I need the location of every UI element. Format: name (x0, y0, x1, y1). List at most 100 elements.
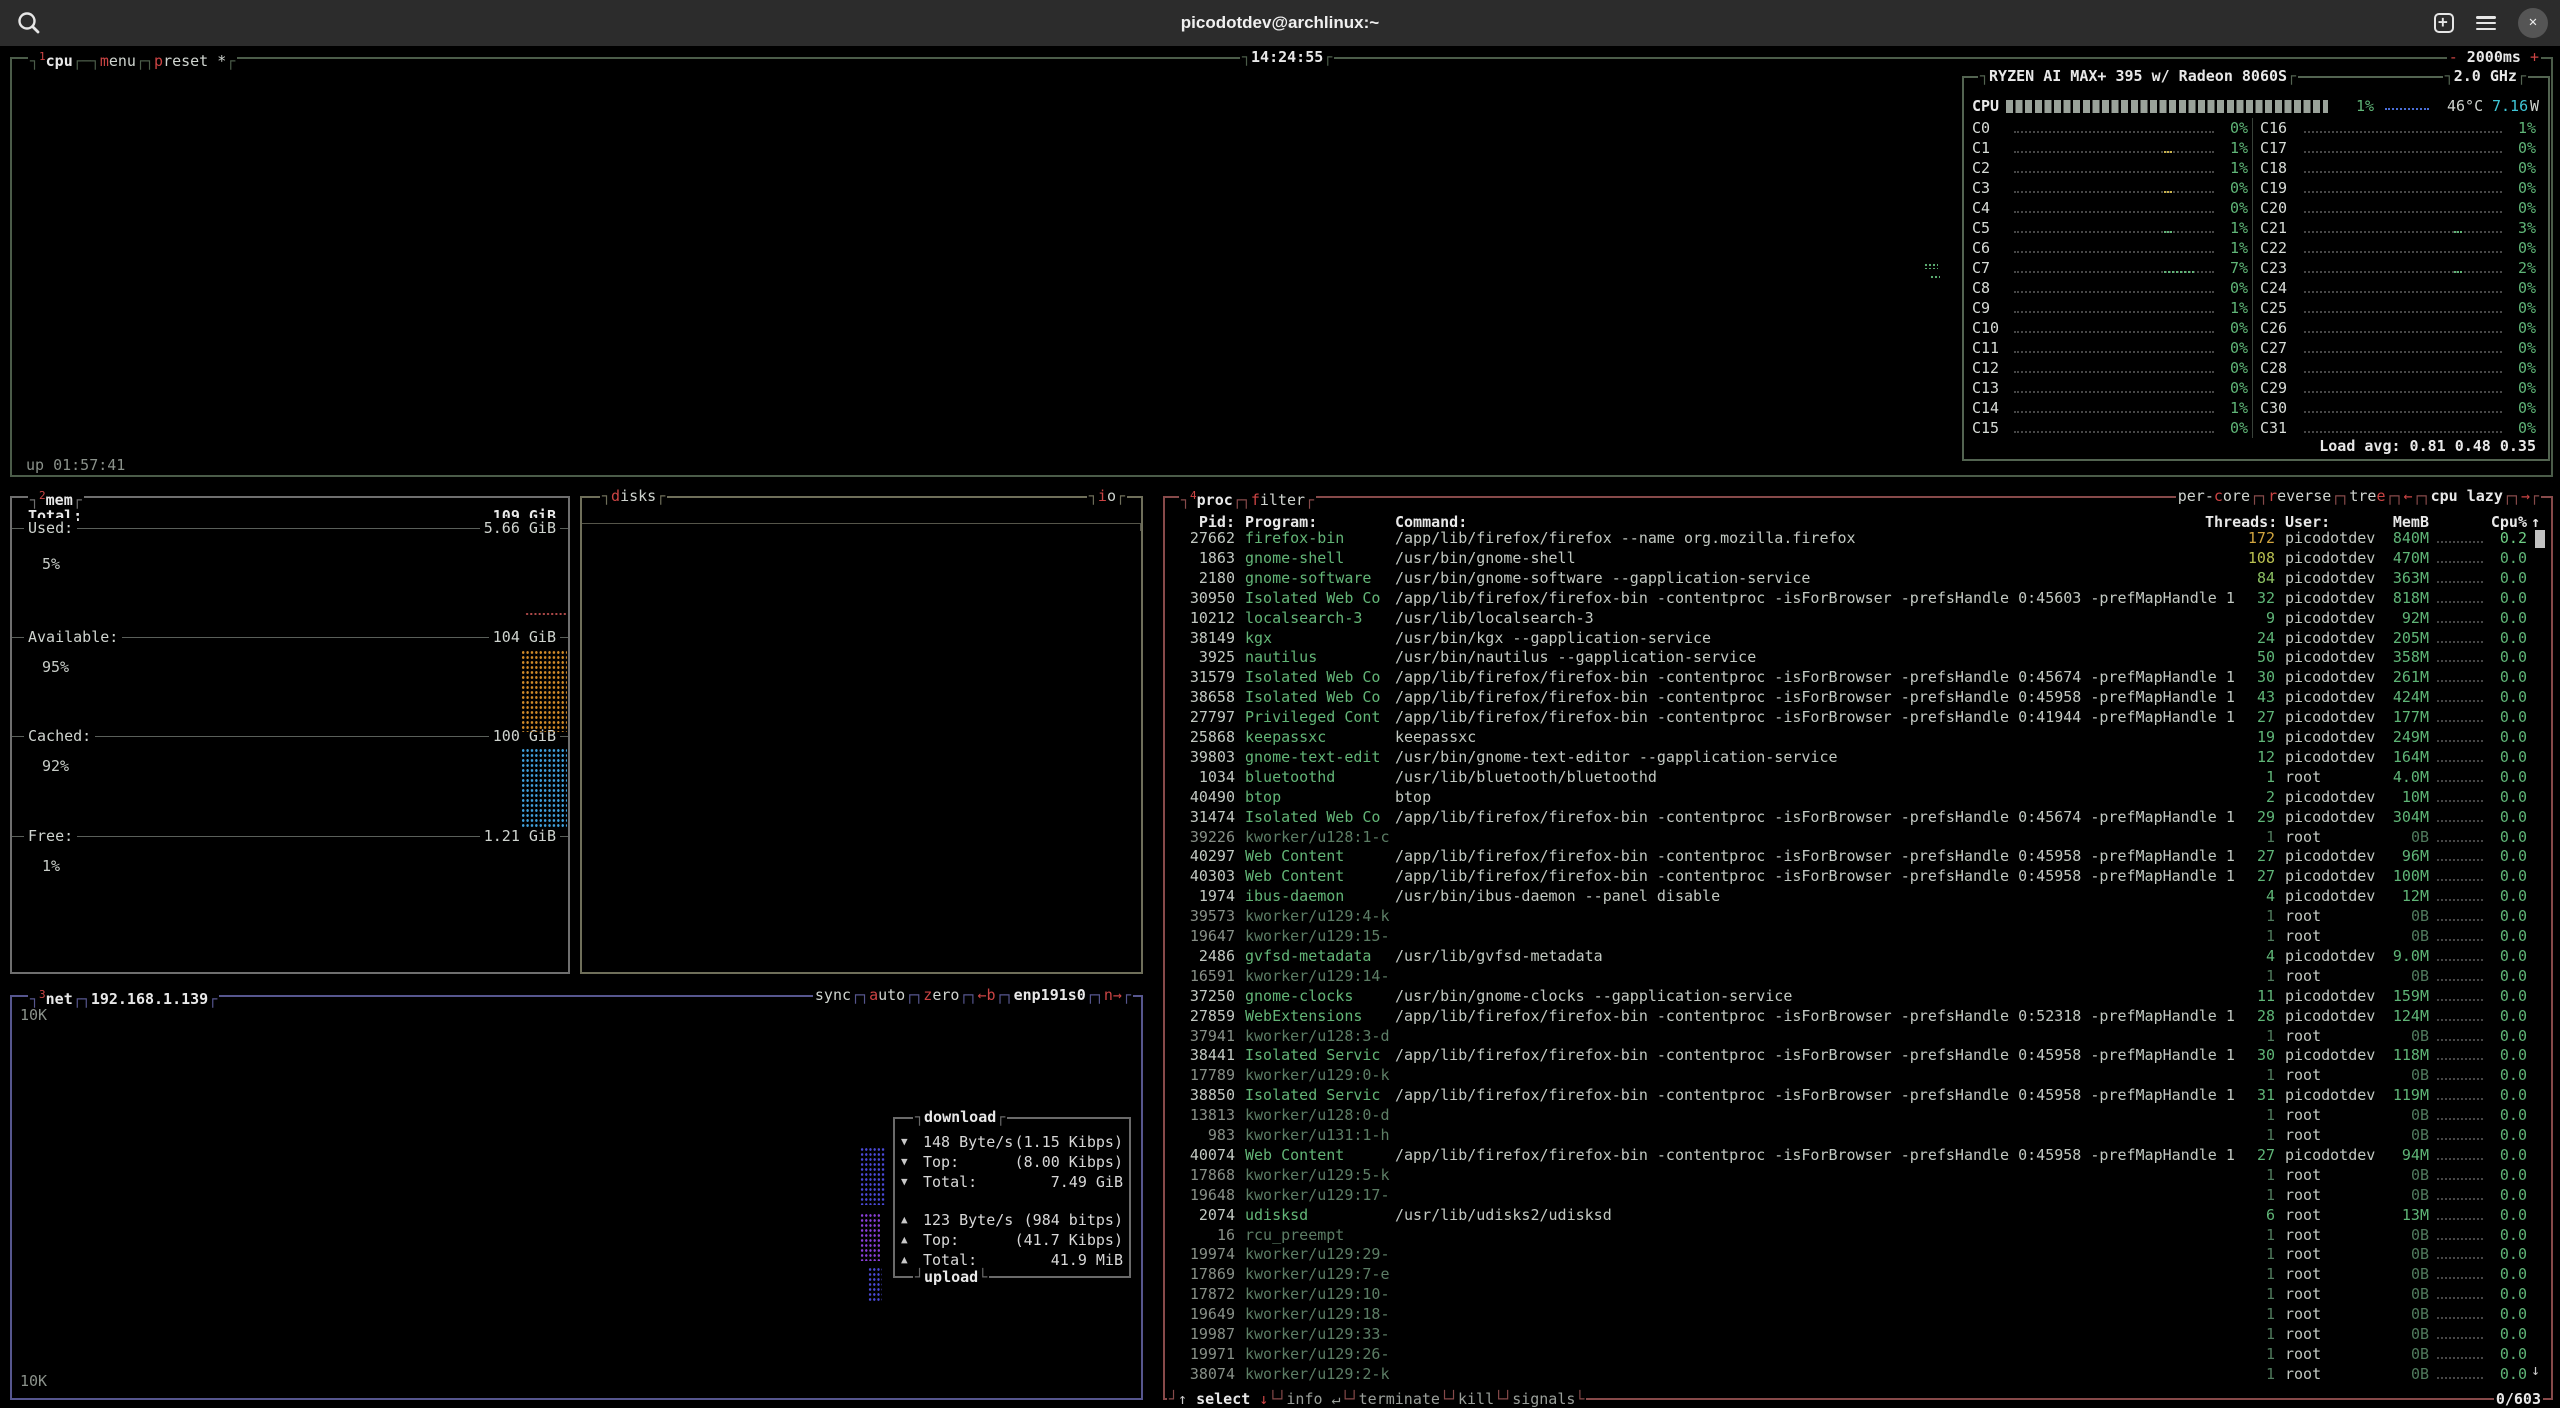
process-sort-controls: per-core┌┐reverse┌┐tree┌┐←┌┐cpu lazy┌┐→┌ (2176, 486, 2541, 506)
mem-used-value: 5.66 GiB (480, 518, 560, 538)
net-scale-top: 10K (20, 1005, 47, 1025)
process-row-40303[interactable]: 40303Web Content/app/lib/firefox/firefox… (1165, 866, 2551, 886)
core-column-divider (2252, 118, 2253, 438)
core-row-c26: C260% (1964, 318, 2548, 338)
scrollbar-thumb[interactable] (2535, 530, 2545, 548)
process-row-40490[interactable]: 40490btopbtop2picodotdev10M0.0 (1165, 787, 2551, 807)
process-row-983[interactable]: 983kworker/u131:1-h1root0B0.0 (1165, 1125, 2551, 1145)
net-scale-bottom: 10K (20, 1371, 47, 1391)
process-row-27859[interactable]: 27859WebExtensions/app/lib/firefox/firef… (1165, 1006, 2551, 1026)
info-menu-item[interactable]: info ↵ (1286, 1390, 1340, 1408)
cpu-total-label: CPU (1972, 96, 1999, 116)
process-row-16[interactable]: 16rcu_preempt1root0B0.0 (1165, 1225, 2551, 1245)
mem-cached-label: Cached: (24, 726, 95, 746)
process-row-39573[interactable]: 39573kworker/u129:4-k1root0B0.0 (1165, 906, 2551, 926)
zero-toggle[interactable]: zero (923, 986, 959, 1004)
process-row-38441[interactable]: 38441Isolated Servic/app/lib/firefox/fir… (1165, 1045, 2551, 1065)
process-row-40074[interactable]: 40074Web Content/app/lib/firefox/firefox… (1165, 1145, 2551, 1165)
menu-button[interactable]: menu (100, 52, 136, 70)
process-row-2074[interactable]: 2074udisksd/usr/lib/udisks2/udisksd6root… (1165, 1205, 2551, 1225)
process-row-2486[interactable]: 2486gvfsd-metadata/usr/lib/gvfsd-metadat… (1165, 946, 2551, 966)
core-row-c23: C232% (1964, 258, 2548, 278)
process-row-37250[interactable]: 37250gnome-clocks/usr/bin/gnome-clocks -… (1165, 986, 2551, 1006)
window-titlebar: picodotdev@archlinux:~ ✕ (0, 0, 2560, 46)
process-row-19647[interactable]: 19647kworker/u129:15-1root0B0.0 (1165, 926, 2551, 946)
process-row-19649[interactable]: 19649kworker/u129:18-1root0B0.0 (1165, 1304, 2551, 1324)
process-row-30950[interactable]: 30950Isolated Web Co/app/lib/firefox/fir… (1165, 588, 2551, 608)
process-row-19987[interactable]: 19987kworker/u129:33-1root0B0.0 (1165, 1324, 2551, 1344)
mem-available-percent: 95% (42, 657, 69, 677)
process-row-19648[interactable]: 19648kworker/u129:17-1root0B0.0 (1165, 1185, 2551, 1205)
process-row-1974[interactable]: 1974ibus-daemon/usr/bin/ibus-daemon --pa… (1165, 886, 2551, 906)
download-arrow-icon: ▼ (901, 1172, 908, 1192)
core-row-c28: C280% (1964, 358, 2548, 378)
process-row-39803[interactable]: 39803gnome-text-edit/usr/bin/gnome-text-… (1165, 747, 2551, 767)
scroll-down-icon[interactable]: ↓ (2531, 1360, 2540, 1380)
io-mode-toggle[interactable]: ┐io┌ (1087, 486, 1127, 506)
n--toggle[interactable]: n→ (1104, 986, 1122, 1004)
process-row-38850[interactable]: 38850Isolated Servic/app/lib/firefox/fir… (1165, 1085, 2551, 1105)
download-arrow-icon: ▼ (901, 1132, 908, 1152)
process-row-38149[interactable]: 38149kgx/usr/bin/kgx --gapplication-serv… (1165, 628, 2551, 648)
process-row-1863[interactable]: 1863gnome-shell/usr/bin/gnome-shell108pi… (1165, 548, 2551, 568)
core-row-c27: C270% (1964, 338, 2548, 358)
kill-menu-item[interactable]: kill (1458, 1390, 1494, 1408)
process-row-3925[interactable]: 3925nautilus/usr/bin/nautilus --gapplica… (1165, 647, 2551, 667)
process-row-19971[interactable]: 19971kworker/u129:26-1root0B0.0 (1165, 1344, 2551, 1364)
mem-available-value: 104 GiB (489, 627, 560, 647)
filter-button[interactable]: filter (1251, 491, 1305, 509)
cpu-lazy-toggle[interactable]: cpu lazy (2431, 487, 2503, 505)
process-row-13813[interactable]: 13813kworker/u128:0-d1root0B0.0 (1165, 1105, 2551, 1125)
auto-toggle[interactable]: auto (869, 986, 905, 1004)
process-row-17872[interactable]: 17872kworker/u129:10-1root0B0.0 (1165, 1284, 2551, 1304)
upload-label: ┘upload└ (913, 1267, 989, 1287)
process-row-31474[interactable]: 31474Isolated Web Co/app/lib/firefox/fir… (1165, 807, 2551, 827)
traffic-row: ▲123 Byte/s(984 bitps) (901, 1210, 1123, 1230)
load-average: Load avg: 0.81 0.48 0.35 (2319, 436, 2536, 456)
process-row-40297[interactable]: 40297Web Content/app/lib/firefox/firefox… (1165, 846, 2551, 866)
process-row-25868[interactable]: 25868keepassxckeepassxc19picodotdev249M0… (1165, 727, 2551, 747)
core-row-c24: C240% (1964, 278, 2548, 298)
process-row-19974[interactable]: 19974kworker/u129:29-1root0B0.0 (1165, 1244, 2551, 1264)
new-tab-icon[interactable] (2434, 13, 2454, 33)
process-row-17869[interactable]: 17869kworker/u129:7-e1root0B0.0 (1165, 1264, 2551, 1284)
process-row-37941[interactable]: 37941kworker/u128:3-d1root0B0.0 (1165, 1026, 2551, 1046)
core-row-c16: C161% (1964, 118, 2548, 138)
preset-button[interactable]: preset * (154, 52, 226, 70)
cpu-power: 7.16 (2492, 96, 2528, 116)
hamburger-menu-icon[interactable] (2476, 16, 2496, 30)
interval-decrease-button[interactable]: - (2449, 48, 2458, 66)
process-row-38658[interactable]: 38658Isolated Web Co/app/lib/firefox/fir… (1165, 687, 2551, 707)
disks-title: disks (611, 487, 656, 505)
reverse-toggle[interactable]: reverse (2268, 487, 2331, 505)
cpu-total-percent: 1% (2334, 96, 2374, 116)
select-menu-item[interactable]: ↑ select ↓ (1178, 1390, 1268, 1408)
core-row-c29: C290% (1964, 378, 2548, 398)
process-row-27662[interactable]: 27662firefox-bin/app/lib/firefox/firefox… (1165, 528, 2551, 548)
process-row-10212[interactable]: 10212localsearch-3/usr/lib/localsearch-3… (1165, 608, 2551, 628)
--toggle[interactable]: → (2521, 487, 2530, 505)
enp191s0-toggle[interactable]: enp191s0 (1014, 986, 1086, 1004)
process-row-17868[interactable]: 17868kworker/u129:5-k1root0B0.0 (1165, 1165, 2551, 1185)
-b-toggle[interactable]: ←b (977, 986, 995, 1004)
process-row-2180[interactable]: 2180gnome-software/usr/bin/gnome-softwar… (1165, 568, 2551, 588)
tree-toggle[interactable]: tree (2349, 487, 2385, 505)
process-row-1034[interactable]: 1034bluetoothd/usr/lib/bluetooth/bluetoo… (1165, 767, 2551, 787)
close-icon[interactable]: ✕ (2518, 8, 2548, 38)
signals-menu-item[interactable]: signals (1512, 1390, 1575, 1408)
--toggle[interactable]: ← (2404, 487, 2413, 505)
process-row-38074[interactable]: 38074kworker/u129:2-k1root0B0.0 (1165, 1364, 2551, 1384)
core-row-c17: C170% (1964, 138, 2548, 158)
per-core-toggle[interactable]: per-core (2178, 487, 2250, 505)
process-row-17789[interactable]: 17789kworker/u129:0-k1root0B0.0 (1165, 1065, 2551, 1085)
process-row-31579[interactable]: 31579Isolated Web Co/app/lib/firefox/fir… (1165, 667, 2551, 687)
process-row-16591[interactable]: 16591kworker/u129:14-1root0B0.0 (1165, 966, 2551, 986)
sync-toggle[interactable]: sync (815, 986, 851, 1004)
process-panel: ┐4proc┌┐filter┌ per-core┌┐reverse┌┐tree┌… (1163, 496, 2553, 1400)
interval-increase-button[interactable]: + (2530, 48, 2539, 66)
terminal: ┐1cpu┌─┐menu┌┐preset *┌ ┐14:24:55┌ - 200… (0, 46, 2560, 1408)
terminate-menu-item[interactable]: terminate (1359, 1390, 1440, 1408)
disk-divider-tick (1140, 523, 1141, 531)
process-row-39226[interactable]: 39226kworker/u128:1-c1root0B0.0 (1165, 827, 2551, 847)
process-row-27797[interactable]: 27797Privileged Cont/app/lib/firefox/fir… (1165, 707, 2551, 727)
